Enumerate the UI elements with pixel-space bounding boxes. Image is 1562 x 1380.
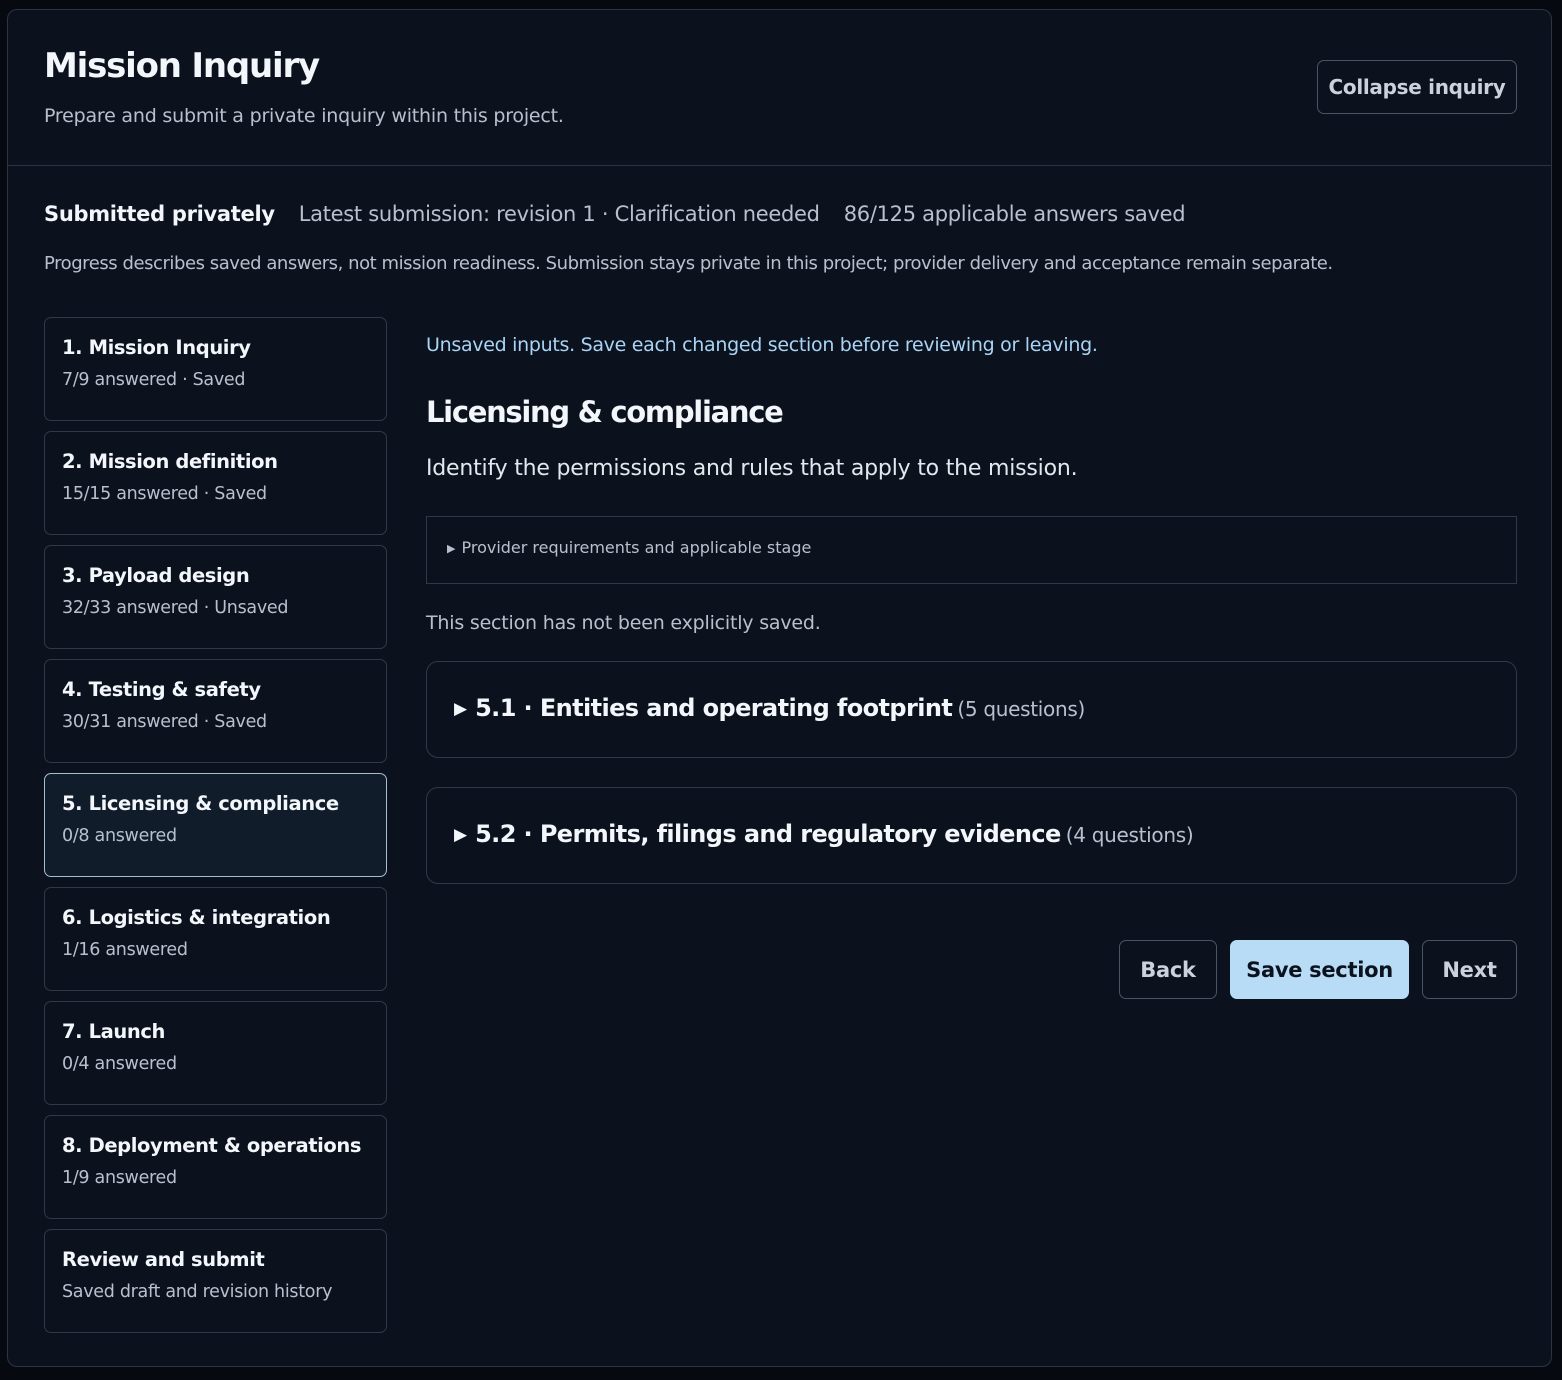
nav-item-mission-inquiry[interactable]: 1. Mission Inquiry 7/9 answered · Saved <box>44 317 387 421</box>
panel-header: Mission Inquiry Prepare and submit a pri… <box>8 10 1551 166</box>
back-button[interactable]: Back <box>1119 940 1217 999</box>
nav-item-status: 32/33 answered · Unsaved <box>62 598 289 618</box>
progress-note: Progress describes saved answers, not mi… <box>44 253 1333 274</box>
nav-item-status: 1/16 answered <box>62 940 188 960</box>
next-button[interactable]: Next <box>1422 940 1517 999</box>
disclosure-triangle-icon: ▶ <box>454 825 468 845</box>
subsection-title: 5.1 · Entities and operating footprint <box>475 694 953 722</box>
save-state-note: This section has not been explicitly sav… <box>426 612 821 634</box>
answers-progress: 86/125 applicable answers saved <box>843 202 1186 226</box>
nav-item-title: 4. Testing & safety <box>62 678 261 701</box>
nav-item-status: Saved draft and revision history <box>62 1282 333 1302</box>
section-description: Identify the permissions and rules that … <box>426 456 1078 481</box>
submission-state: Submitted privately <box>44 202 275 226</box>
disclosure-triangle-icon: ▶ <box>447 542 456 555</box>
section-title: Licensing & compliance <box>426 395 784 429</box>
provider-requirements-label: Provider requirements and applicable sta… <box>461 538 812 557</box>
save-section-button[interactable]: Save section <box>1230 940 1409 999</box>
nav-item-status: 0/8 answered <box>62 826 177 846</box>
page-subtitle: Prepare and submit a private inquiry wit… <box>44 105 564 127</box>
nav-item-status: 7/9 answered · Saved <box>62 370 246 390</box>
submission-status-row: Submitted privately Latest submission: re… <box>44 202 1209 226</box>
collapse-inquiry-button[interactable]: Collapse inquiry <box>1317 60 1517 114</box>
subsection-permits-filings[interactable]: ▶ 5.2 · Permits, filings and regulatory e… <box>426 787 1517 884</box>
nav-item-status: 15/15 answered · Saved <box>62 484 267 504</box>
disclosure-triangle-icon: ▶ <box>454 699 468 719</box>
nav-item-title: 8. Deployment & operations <box>62 1134 362 1157</box>
nav-item-payload-design[interactable]: 3. Payload design 32/33 answered · Unsav… <box>44 545 387 649</box>
page-title: Mission Inquiry <box>44 46 320 86</box>
mission-inquiry-panel: Mission Inquiry Prepare and submit a pri… <box>7 9 1552 1367</box>
nav-item-title: 2. Mission definition <box>62 450 278 473</box>
nav-item-title: Review and submit <box>62 1248 265 1271</box>
nav-item-testing-safety[interactable]: 4. Testing & safety 30/31 answered · Sav… <box>44 659 387 763</box>
subsection-question-count: (4 questions) <box>1065 823 1194 847</box>
nav-item-title: 6. Logistics & integration <box>62 906 331 929</box>
unsaved-warning: Unsaved inputs. Save each changed sectio… <box>426 334 1098 356</box>
nav-item-status: 0/4 answered <box>62 1054 177 1074</box>
nav-item-review-submit[interactable]: Review and submit Saved draft and revisi… <box>44 1229 387 1333</box>
nav-item-title: 3. Payload design <box>62 564 250 587</box>
nav-item-title: 5. Licensing & compliance <box>62 792 339 815</box>
nav-item-status: 30/31 answered · Saved <box>62 712 267 732</box>
section-nav: 1. Mission Inquiry 7/9 answered · Saved … <box>44 317 387 1343</box>
subsection-question-count: (5 questions) <box>957 697 1085 721</box>
nav-item-status: 1/9 answered <box>62 1168 177 1188</box>
subsection-title: 5.2 · Permits, filings and regulatory ev… <box>475 820 1061 848</box>
latest-submission: Latest submission: revision 1 · Clarific… <box>298 202 820 226</box>
subsection-entities-footprint[interactable]: ▶ 5.1 · Entities and operating footprint … <box>426 661 1517 758</box>
nav-item-logistics-integration[interactable]: 6. Logistics & integration 1/16 answered <box>44 887 387 991</box>
nav-item-launch[interactable]: 7. Launch 0/4 answered <box>44 1001 387 1105</box>
nav-item-mission-definition[interactable]: 2. Mission definition 15/15 answered · S… <box>44 431 387 535</box>
provider-requirements-disclosure[interactable]: ▶ Provider requirements and applicable st… <box>426 516 1517 584</box>
nav-item-title: 7. Launch <box>62 1020 165 1043</box>
nav-item-deployment-operations[interactable]: 8. Deployment & operations 1/9 answered <box>44 1115 387 1219</box>
nav-item-title: 1. Mission Inquiry <box>62 336 251 359</box>
nav-item-licensing-compliance[interactable]: 5. Licensing & compliance 0/8 answered <box>44 773 387 877</box>
